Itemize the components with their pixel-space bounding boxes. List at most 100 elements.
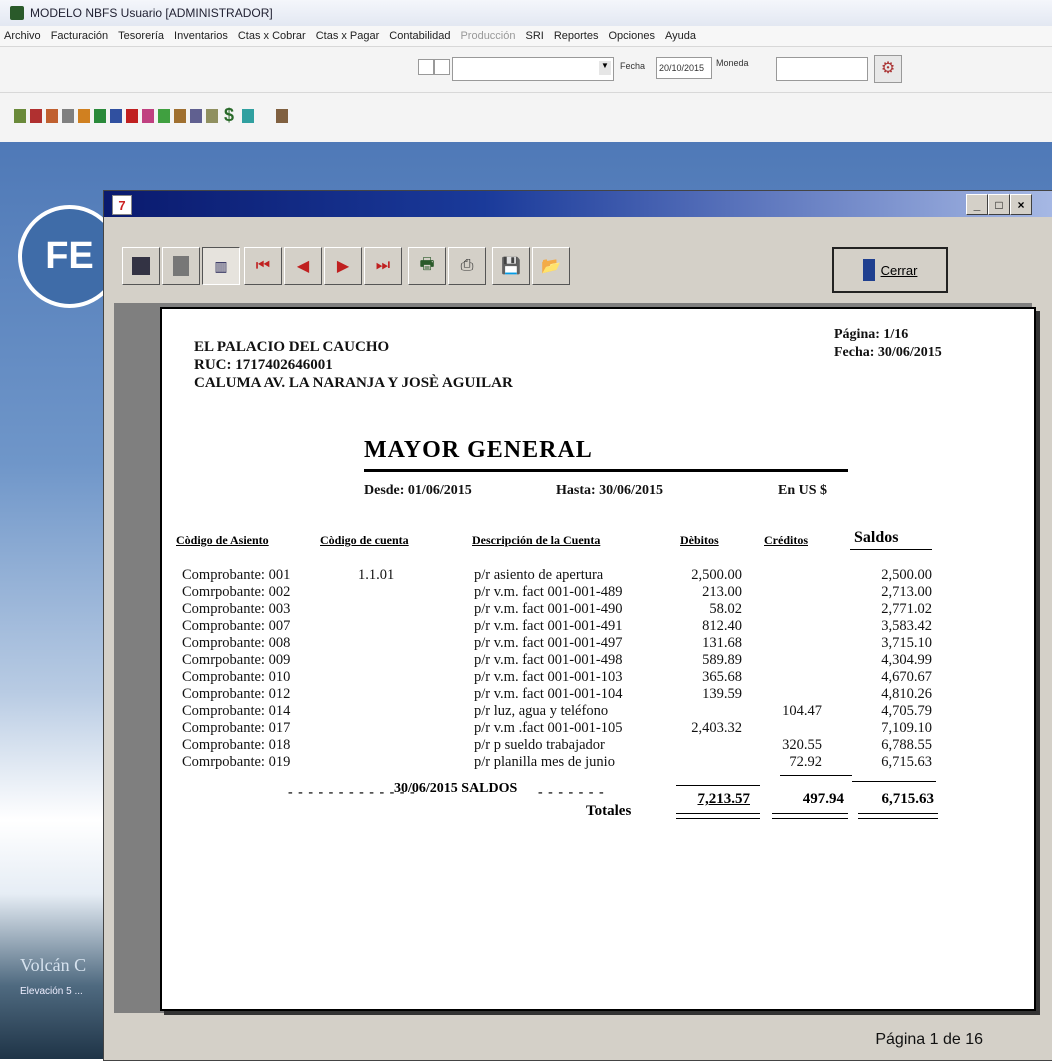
total-creditos: 497.94 [802, 791, 844, 807]
fecha-label: Fecha [620, 61, 646, 71]
refresh-icon[interactable]: ⚙ [874, 55, 902, 83]
tool-icon-5[interactable] [78, 109, 90, 123]
creditos-sum-rule [780, 775, 852, 776]
tool-icon-4[interactable] [62, 109, 74, 123]
tool-icon-12[interactable] [190, 109, 202, 123]
row-descripcion: p/r v.m. fact 001-001-498 [474, 652, 623, 668]
maximize-icon[interactable]: □ [988, 194, 1010, 215]
menu-contabilidad[interactable]: Contabilidad [389, 30, 450, 42]
tool-icon-6[interactable] [94, 109, 106, 123]
single-page-icon[interactable] [122, 247, 160, 285]
total-debitos: 7,213.57 [697, 791, 751, 807]
report-page: EL PALACIO DEL CAUCHO RUC: 1717402646001… [160, 307, 1036, 1011]
row-debito: 131.68 [702, 635, 742, 651]
exit-icon[interactable] [276, 109, 288, 123]
menu-sri[interactable]: SRI [526, 30, 544, 42]
dollar-icon[interactable]: $ [224, 105, 234, 126]
company-select[interactable]: ▼ [452, 57, 614, 81]
header-debitos: Dèbitos [680, 533, 719, 547]
option-icon-2[interactable] [434, 59, 450, 75]
menu-ayuda[interactable]: Ayuda [665, 30, 696, 42]
menu-ctas-cobrar[interactable]: Ctas x Cobrar [238, 30, 306, 42]
menu-archivo[interactable]: Archivo [4, 30, 41, 42]
row-saldo: 4,810.26 [881, 686, 932, 702]
total-saldos: 6,715.63 [881, 791, 935, 807]
close-icon[interactable]: × [1010, 194, 1032, 215]
previous-page-icon[interactable]: ◀ [284, 247, 322, 285]
row-saldo: 4,705.79 [881, 703, 932, 719]
menu-produccion[interactable]: Producción [460, 30, 515, 42]
row-debito: 139.59 [702, 686, 742, 702]
row-saldo: 3,715.10 [881, 635, 932, 651]
menu-reportes[interactable]: Reportes [554, 30, 599, 42]
app-toolbar-top: ▼ Fecha 20/10/2015 Moneda ⚙ [0, 46, 1052, 93]
row-descripcion: p/r luz, agua y teléfono [474, 703, 609, 719]
tool-icon-7[interactable] [110, 109, 122, 123]
open-folder-icon[interactable]: 📂 [532, 247, 570, 285]
saldos-sum-rule [852, 781, 936, 782]
first-page-icon[interactable]: ⏮ [244, 247, 282, 285]
printer-setup-icon[interactable]: 🖶 [408, 247, 446, 285]
row-saldo: 2,713.00 [881, 584, 932, 600]
moneda-select[interactable] [776, 57, 868, 81]
row-cuenta: 1.1.01 [358, 567, 395, 583]
header-descripcion: Descripción de la Cuenta [472, 533, 601, 547]
header-creditos: Créditos [764, 533, 808, 547]
header-saldos: Saldos [854, 529, 899, 546]
row-asiento: Comprobante: 017 [182, 720, 291, 736]
row-descripcion: p/r v.m. fact 001-001-490 [474, 601, 623, 617]
cerrar-button[interactable]: Cerrar [832, 247, 948, 293]
row-descripcion: p/r v.m. fact 001-001-104 [474, 686, 623, 702]
chevron-down-icon[interactable]: ▼ [599, 61, 611, 75]
row-asiento: Comrpobante: 019 [182, 754, 291, 770]
debitos-sum-rule [676, 785, 760, 786]
last-page-icon[interactable]: ⏭ [364, 247, 402, 285]
tool-icon-9[interactable] [142, 109, 154, 123]
row-descripcion: p/r v.m. fact 001-001-103 [474, 669, 623, 685]
row-debito: 2,500.00 [691, 567, 742, 583]
row-descripcion: p/r v.m. fact 001-001-497 [474, 635, 623, 651]
menu-bar: Archivo Facturación Tesorería Inventario… [0, 26, 1052, 46]
tool-icon-1[interactable] [14, 109, 26, 123]
window-title-bar[interactable]: 7 _ □ × [104, 191, 1052, 217]
minimize-icon[interactable]: _ [966, 194, 988, 215]
row-credito: 72.92 [789, 754, 822, 770]
menu-tesoreria[interactable]: Tesorería [118, 30, 164, 42]
company-address: CALUMA AV. LA NARANJA Y JOSÈ AGUILAR [194, 375, 513, 391]
save-icon[interactable]: 💾 [492, 247, 530, 285]
menu-inventarios[interactable]: Inventarios [174, 30, 228, 42]
row-debito: 365.68 [702, 669, 742, 685]
tool-icon-8[interactable] [126, 109, 138, 123]
tool-icon-13[interactable] [206, 109, 218, 123]
print-icon[interactable]: ⎙ [448, 247, 486, 285]
fecha-input[interactable]: 20/10/2015 [656, 57, 712, 79]
report-preview-area[interactable]: EL PALACIO DEL CAUCHO RUC: 1717402646001… [114, 303, 1036, 1013]
option-icon[interactable] [418, 59, 434, 75]
row-asiento: Comprobante: 007 [182, 618, 291, 634]
row-debito: 58.02 [709, 601, 742, 617]
saldos-dashes-right: - - - - - - - [538, 785, 605, 800]
row-saldo: 2,500.00 [881, 567, 932, 583]
row-saldo: 6,788.55 [881, 737, 932, 753]
company-name: EL PALACIO DEL CAUCHO [194, 339, 390, 355]
tool-icon-11[interactable] [174, 109, 186, 123]
page-width-icon[interactable] [162, 247, 200, 285]
row-descripcion: p/r v.m .fact 001-001-105 [474, 720, 623, 736]
app-toolbar-icons: $ [0, 92, 1052, 144]
report-date: Fecha: 30/06/2015 [834, 345, 942, 360]
tool-icon-2[interactable] [30, 109, 42, 123]
menu-facturacion[interactable]: Facturación [51, 30, 108, 42]
saldos-double-rule [858, 813, 938, 819]
totales-label: Totales [586, 803, 632, 819]
tool-icon-14[interactable] [242, 109, 254, 123]
two-pages-icon[interactable]: ▥ [202, 247, 240, 285]
tool-icon-10[interactable] [158, 109, 170, 123]
cerrar-label: Cerrar [880, 262, 918, 278]
tool-icon-3[interactable] [46, 109, 58, 123]
menu-opciones[interactable]: Opciones [608, 30, 654, 42]
next-page-icon[interactable]: ▶ [324, 247, 362, 285]
date-from: Desde: 01/06/2015 [364, 483, 472, 498]
desktop-subcaption: Elevación 5 ... [20, 986, 83, 997]
company-ruc: RUC: 1717402646001 [194, 357, 333, 373]
menu-ctas-pagar[interactable]: Ctas x Pagar [316, 30, 380, 42]
